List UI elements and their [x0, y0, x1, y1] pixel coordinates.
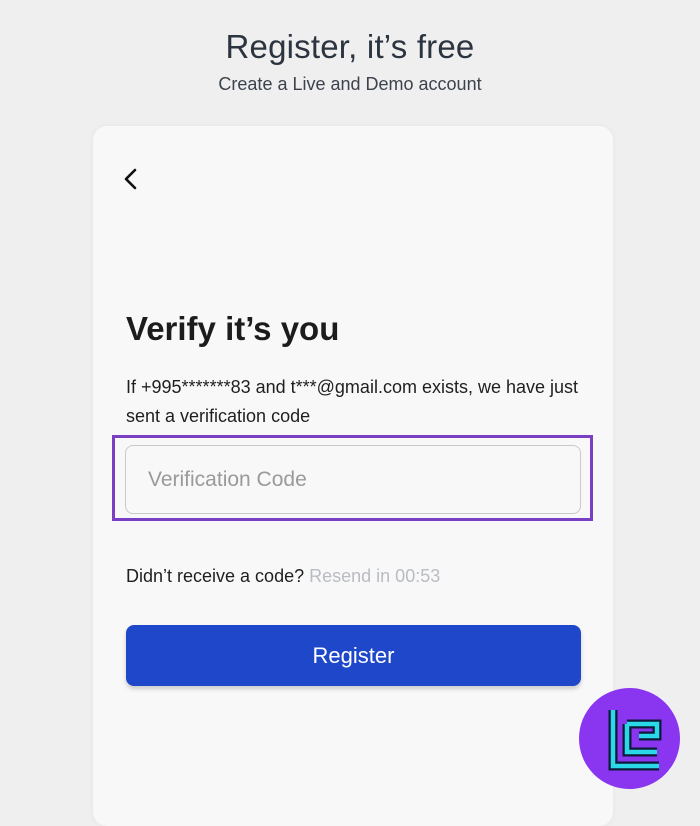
- resend-row: Didn’t receive a code? Resend in 00:53: [126, 566, 440, 587]
- page-title: Register, it’s free: [225, 28, 475, 65]
- brand-logo-icon: [608, 710, 662, 771]
- verify-heading: Verify it’s you: [126, 310, 340, 347]
- resend-prompt: Didn’t receive a code?: [126, 566, 305, 586]
- resend-link[interactable]: Resend in 00:53: [309, 566, 440, 586]
- brand-logo: [579, 688, 680, 789]
- chevron-left-icon: [124, 168, 137, 190]
- back-button[interactable]: [117, 164, 147, 194]
- verification-info-text: If +995*******83 and t***@gmail.com exis…: [126, 377, 579, 426]
- page-subtitle: Create a Live and Demo account: [218, 74, 482, 94]
- register-button[interactable]: Register: [126, 625, 581, 686]
- verification-card: Verify it’s you If +995*******83 and t**…: [93, 126, 613, 826]
- verification-code-input[interactable]: [125, 445, 581, 514]
